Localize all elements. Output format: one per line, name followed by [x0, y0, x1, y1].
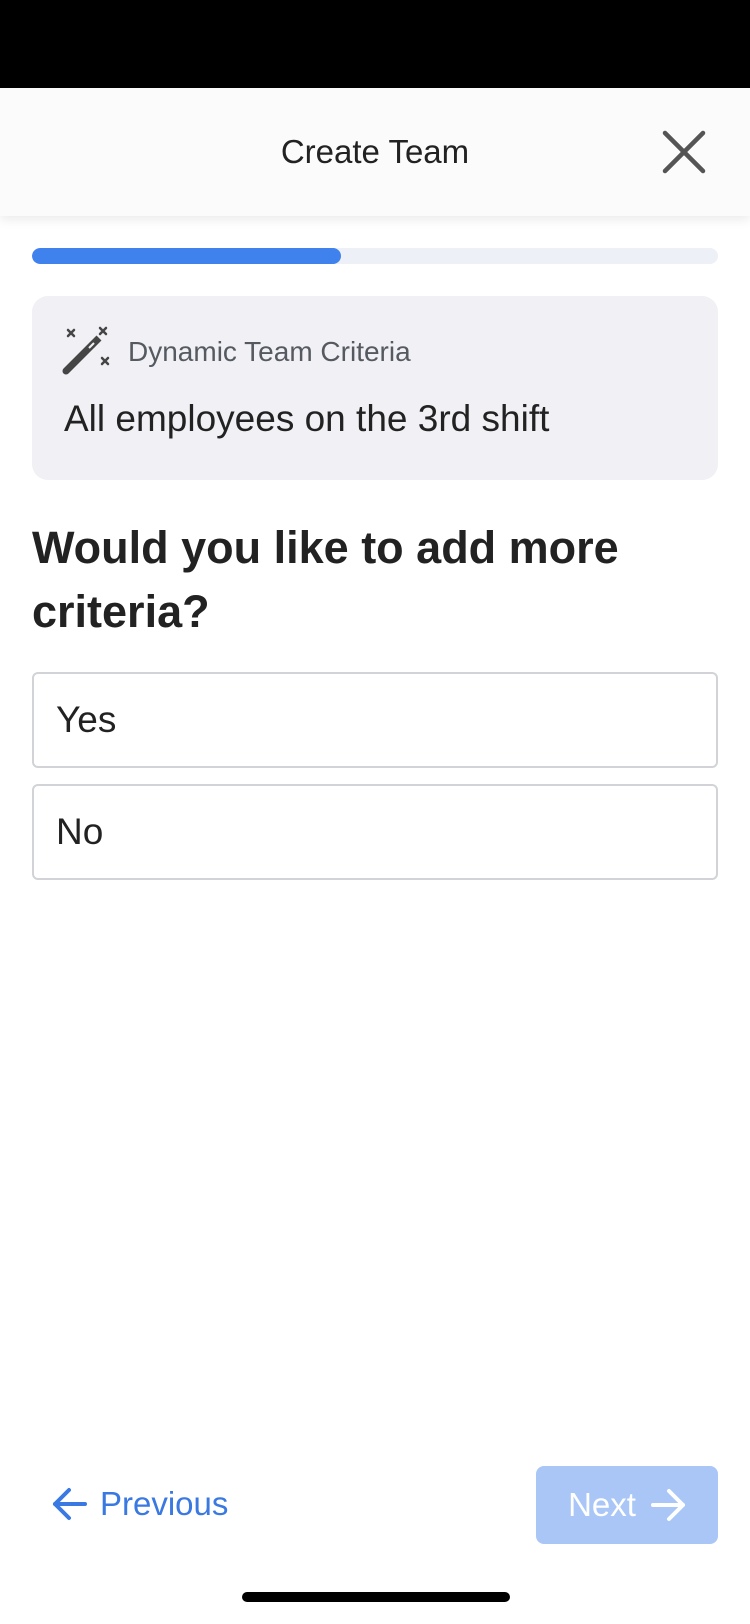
create-team-screen: Create Team Dynamic Team Criteria All em… — [0, 0, 750, 1624]
option-label: No — [56, 811, 104, 852]
option-yes[interactable]: Yes — [32, 672, 718, 768]
option-label: Yes — [56, 699, 117, 740]
previous-label: Previous — [100, 1485, 229, 1522]
header-bar: Create Team — [0, 88, 750, 216]
question-heading: Would you like to add more criteria? — [32, 522, 619, 637]
progress-bar — [32, 248, 718, 264]
progress-bar-fill — [32, 248, 341, 264]
next-button[interactable]: Next — [536, 1466, 718, 1544]
criteria-card: Dynamic Team Criteria All employees on t… — [32, 296, 718, 480]
close-icon — [662, 130, 706, 174]
criteria-label: Dynamic Team Criteria — [128, 336, 411, 367]
arrow-left-icon — [53, 1488, 87, 1520]
status-bar — [0, 0, 750, 88]
criteria-value: All employees on the 3rd shift — [64, 398, 550, 439]
close-button[interactable] — [656, 124, 712, 180]
next-label: Next — [568, 1486, 636, 1523]
magic-wand-icon — [62, 326, 110, 375]
previous-button[interactable]: Previous — [52, 1468, 228, 1540]
arrow-right-icon — [650, 1489, 685, 1521]
home-indicator — [242, 1592, 510, 1602]
page-title: Create Team — [280, 133, 470, 170]
option-no[interactable]: No — [32, 784, 718, 880]
